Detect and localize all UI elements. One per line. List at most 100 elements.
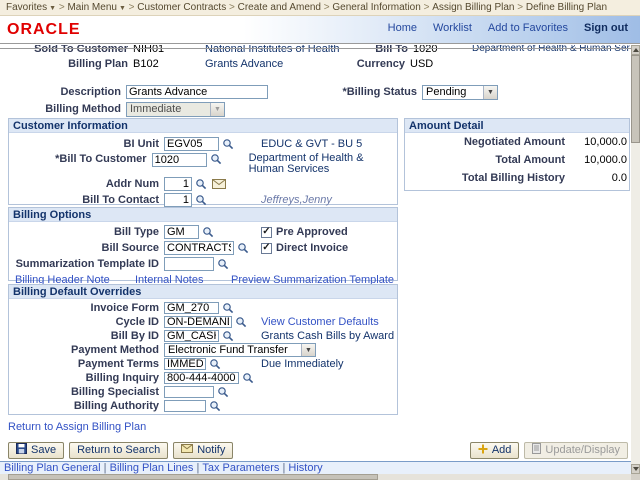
lookup-icon[interactable] <box>222 302 234 314</box>
lookup-icon[interactable] <box>242 372 254 384</box>
sign-out-link[interactable]: Sign out <box>584 22 628 34</box>
billing-status-select[interactable]: Pending ▼ <box>422 84 498 100</box>
addr-num-input[interactable] <box>164 177 192 191</box>
total-billing-history-row: Total Billing History 0.0 <box>405 169 629 187</box>
breadcrumb-favorites[interactable]: Favorites ▼ <box>6 2 56 13</box>
lookup-icon[interactable] <box>222 138 234 150</box>
tab-history[interactable]: History <box>279 462 322 474</box>
chevron-down-icon: ▼ <box>49 5 57 12</box>
bill-to-customer-desc: Department of Health & Human Services <box>248 152 364 175</box>
total-billing-history-label: Total Billing History <box>461 172 565 184</box>
lookup-icon[interactable] <box>235 316 247 328</box>
lookup-icon[interactable] <box>222 330 234 342</box>
horizontal-scrollbar[interactable] <box>0 474 631 480</box>
lookup-icon[interactable] <box>209 400 221 412</box>
summarization-template-input[interactable] <box>164 257 214 271</box>
payment-terms-label: Payment Terms <box>77 358 159 370</box>
view-customer-defaults-link[interactable]: View Customer Defaults <box>261 316 379 328</box>
lookup-icon[interactable] <box>209 358 221 370</box>
billing-inquiry-input[interactable] <box>164 372 239 384</box>
bill-source-input[interactable] <box>164 241 234 255</box>
billing-authority-input[interactable] <box>164 400 206 412</box>
cycle-id-row: Cycle ID View Customer Defaults <box>11 315 397 329</box>
page-tabs-bar: Billing Plan GeneralBilling Plan LinesTa… <box>0 461 640 474</box>
horizontal-scrollbar-thumb[interactable] <box>8 474 378 480</box>
billing-default-overrides-section: Billing Default Overrides Invoice Form C… <box>8 284 398 415</box>
lookup-icon[interactable] <box>195 194 207 206</box>
bi-unit-input[interactable] <box>164 137 219 151</box>
lookup-icon[interactable] <box>195 178 207 190</box>
dropdown-arrow-icon: ▼ <box>483 85 497 99</box>
dropdown-arrow-icon: ▼ <box>210 102 224 116</box>
save-floppy-icon <box>16 443 27 457</box>
bill-to-customer-input[interactable] <box>151 153 207 167</box>
payment-method-select[interactable]: Electronic Fund Transfer ▼ <box>164 343 316 357</box>
notify-button[interactable]: Notify <box>173 441 234 459</box>
direct-invoice-checkbox[interactable] <box>261 242 272 254</box>
description-input[interactable] <box>126 85 268 99</box>
return-to-assign-billing-plan-link[interactable]: Return to Assign Billing Plan <box>8 421 146 433</box>
add-button[interactable]: Add <box>469 441 520 459</box>
worklist-link[interactable]: Worklist <box>433 22 472 34</box>
breadcrumb-main-menu[interactable]: Main Menu▼ <box>56 2 125 13</box>
clipped-row-rule <box>0 48 631 49</box>
home-link[interactable]: Home <box>388 22 417 34</box>
breadcrumb-create-and-amend[interactable]: Create and Amend <box>226 2 321 13</box>
header-band: ORACLE Home Worklist Add to Favorites Si… <box>0 16 640 44</box>
return-to-search-button[interactable]: Return to Search <box>69 441 169 459</box>
oracle-logo: ORACLE <box>7 21 81 38</box>
addr-num-label: Addr Num <box>105 178 159 190</box>
invoice-form-input[interactable] <box>164 302 219 314</box>
bill-to-contact-row: Bill To Contact Jeffreys,Jenny <box>11 192 397 208</box>
lookup-icon[interactable] <box>202 226 214 238</box>
billing-plan-label: Billing Plan <box>68 58 128 70</box>
payment-terms-desc: Due Immediately <box>261 358 344 370</box>
billing-plan-value: B102 <box>133 58 159 70</box>
pre-approved-checkbox[interactable] <box>261 226 272 238</box>
amount-detail-section: Amount Detail Negotiated Amount 10,000.0… <box>404 118 630 191</box>
bill-by-id-desc: Grants Cash Bills by Award <box>261 330 395 342</box>
save-button[interactable]: Save <box>8 441 65 459</box>
tab-tax-parameters[interactable]: Tax Parameters <box>193 462 279 474</box>
breadcrumb-customer-contracts[interactable]: Customer Contracts <box>126 2 226 13</box>
bi-unit-row: BI Unit EDUC & GVT - BU 5 <box>11 136 397 152</box>
vertical-scrollbar-thumb[interactable] <box>631 55 640 143</box>
lookup-icon[interactable] <box>217 258 229 270</box>
billing-specialist-input[interactable] <box>164 386 214 398</box>
payment-terms-row: Payment Terms Due Immediately <box>11 357 397 371</box>
vertical-scrollbar[interactable] <box>631 45 640 474</box>
cycle-id-label: Cycle ID <box>115 316 159 328</box>
invoice-form-label: Invoice Form <box>90 302 159 314</box>
scroll-up-arrow[interactable] <box>631 45 640 55</box>
description-row: Description *Billing Status Pending ▼ <box>0 84 498 100</box>
lookup-icon[interactable] <box>217 386 229 398</box>
tab-billing-plan-lines[interactable]: Billing Plan Lines <box>101 462 194 474</box>
tab-billing-plan-general[interactable]: Billing Plan General <box>4 462 101 474</box>
address-envelope-icon[interactable] <box>212 179 226 189</box>
bill-to-contact-input[interactable] <box>164 193 192 207</box>
total-amount-label: Total Amount <box>495 154 565 166</box>
currency-label: Currency <box>356 58 405 70</box>
plan-summary: Sold To Customer NIH01 National Institut… <box>0 45 630 79</box>
amount-detail-title: Amount Detail <box>405 119 629 133</box>
negotiated-amount-row: Negotiated Amount 10,000.0 <box>405 133 629 151</box>
lookup-icon[interactable] <box>237 242 249 254</box>
add-to-favorites-link[interactable]: Add to Favorites <box>488 22 568 34</box>
billing-inquiry-row: Billing Inquiry <box>11 371 397 385</box>
billing-status-label: *Billing Status <box>342 86 417 98</box>
scroll-down-arrow[interactable] <box>631 464 640 474</box>
lookup-icon[interactable] <box>210 153 222 165</box>
billing-authority-label: Billing Authority <box>73 400 159 412</box>
bill-type-input[interactable] <box>164 225 199 239</box>
billing-specialist-label: Billing Specialist <box>70 386 159 398</box>
breadcrumb-general-information[interactable]: General Information <box>321 2 420 13</box>
cycle-id-input[interactable] <box>164 316 232 328</box>
description-label: Description <box>60 86 121 98</box>
bill-by-id-input[interactable] <box>164 330 219 342</box>
payment-terms-input[interactable] <box>164 358 206 370</box>
breadcrumb: Favorites▼ Main Menu▼ Customer Contracts… <box>0 0 640 16</box>
bill-type-row: Bill Type Pre Approved <box>11 224 397 240</box>
notify-envelope-icon <box>181 444 194 456</box>
breadcrumb-assign-billing-plan[interactable]: Assign Billing Plan <box>421 2 514 13</box>
billing-authority-row: Billing Authority <box>11 399 397 413</box>
